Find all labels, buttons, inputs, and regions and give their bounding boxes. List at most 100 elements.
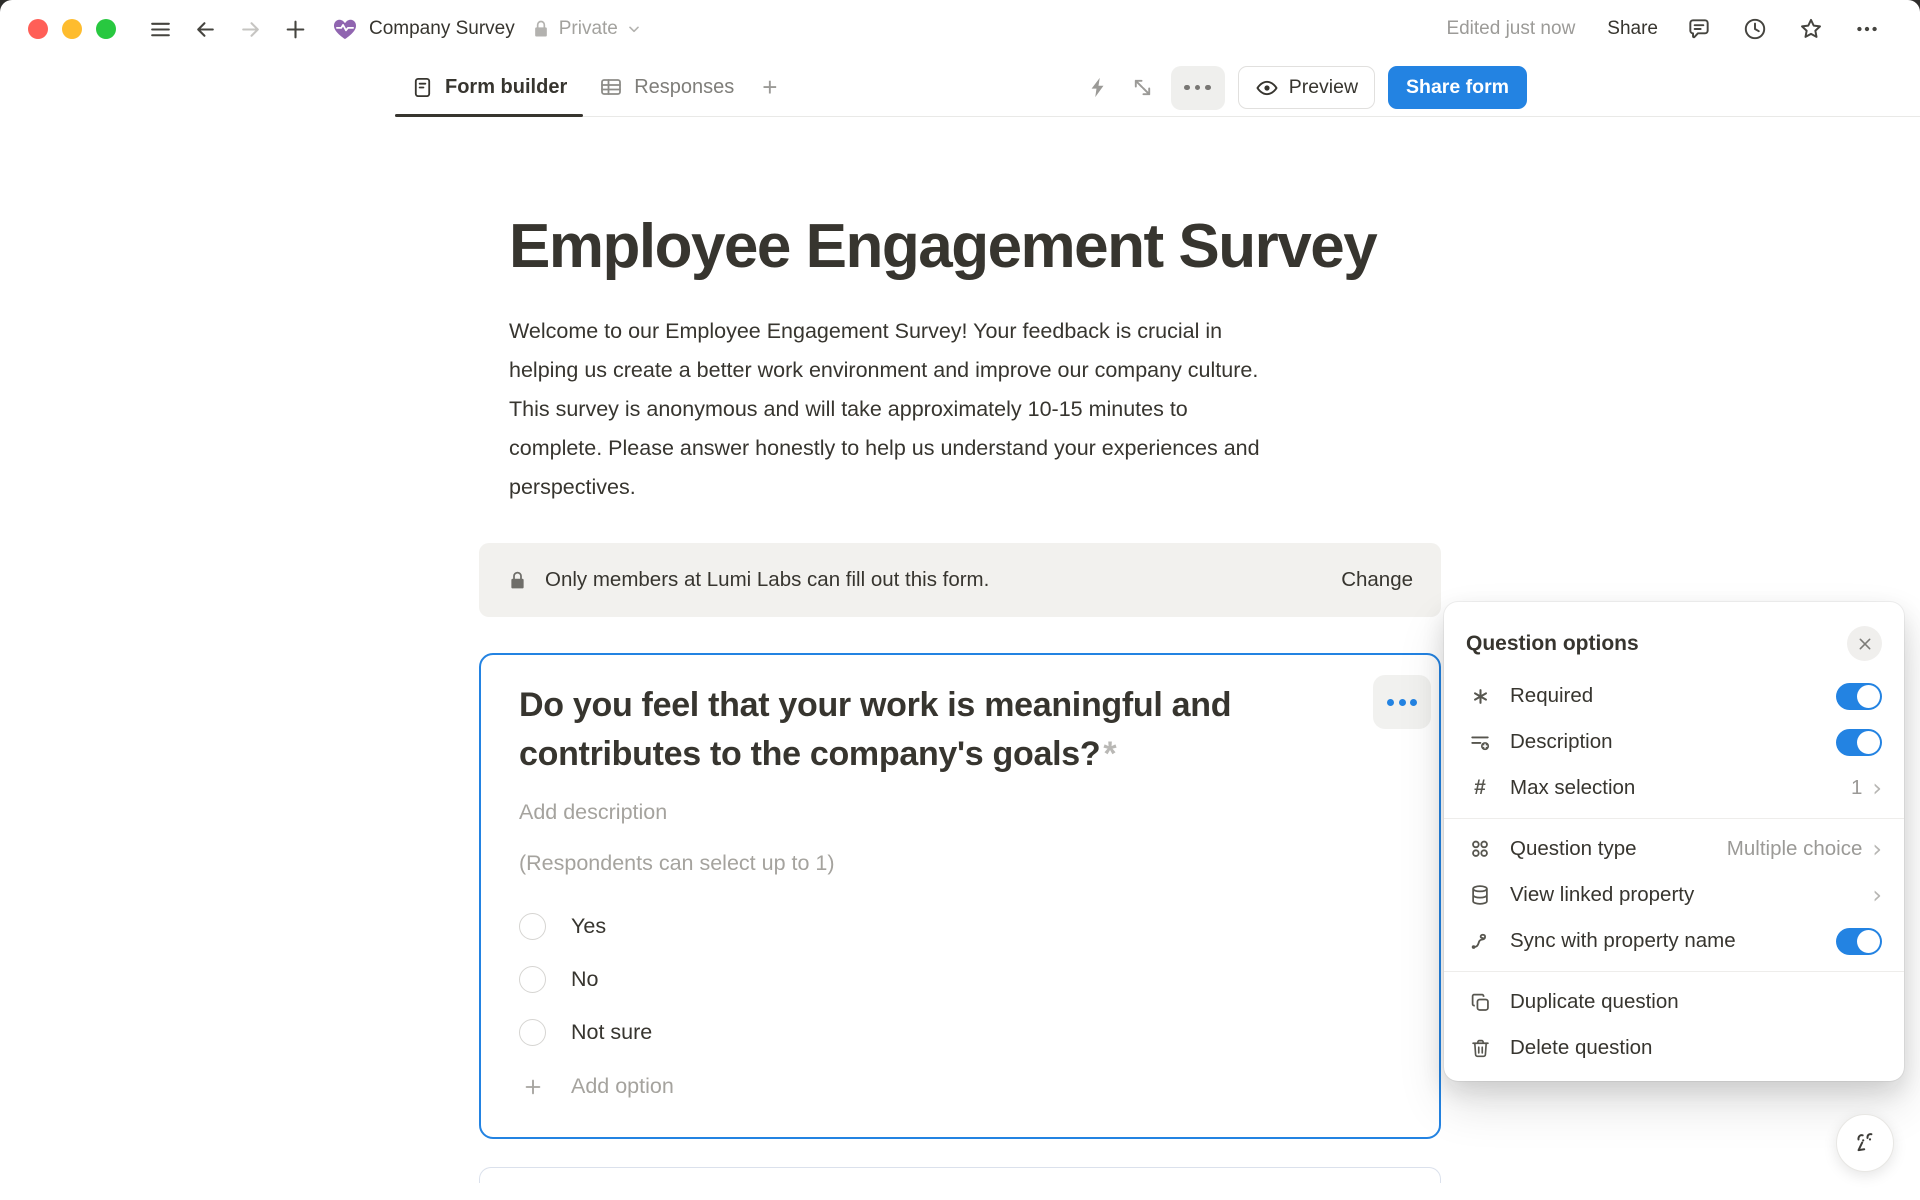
- popup-title: Question options: [1466, 632, 1639, 656]
- plus-icon: [519, 1076, 546, 1098]
- tab-responses[interactable]: Responses: [583, 58, 750, 116]
- trash-icon: [1466, 1038, 1494, 1059]
- tab-label: Responses: [634, 76, 734, 99]
- minimize-window-button[interactable]: [62, 19, 82, 39]
- option-row: No: [519, 953, 1401, 1006]
- add-option-label: Add option: [571, 1074, 674, 1099]
- breadcrumb[interactable]: Company Survey: [332, 16, 515, 42]
- sync-squiggle-icon: [1466, 930, 1494, 952]
- zoom-window-button[interactable]: [96, 19, 116, 39]
- dot: [1205, 85, 1211, 91]
- row-label: Duplicate question: [1510, 990, 1679, 1014]
- hamburger-icon: [148, 17, 173, 42]
- row-label: Sync with property name: [1510, 929, 1736, 953]
- option-label[interactable]: Yes: [571, 914, 606, 939]
- popup-row-description[interactable]: Description: [1444, 719, 1904, 765]
- option-list: Yes No Not sure: [519, 900, 1401, 1059]
- required-asterisk: *: [1103, 735, 1116, 773]
- favorite-button[interactable]: [1794, 12, 1828, 46]
- share-button[interactable]: Share: [1599, 12, 1666, 46]
- popup-row-max-selection[interactable]: # Max selection 1 ›: [1444, 765, 1904, 811]
- titlebar-actions: Edited just now Share: [1446, 12, 1890, 46]
- description-line: This survey is anonymous and will take a…: [509, 390, 1441, 429]
- star-icon: [1798, 16, 1824, 42]
- dot: [1399, 699, 1406, 706]
- radio-button[interactable]: [519, 1019, 546, 1046]
- access-notice-banner: Only members at Lumi Labs can fill out t…: [479, 543, 1441, 617]
- popup-row-duplicate-question[interactable]: Duplicate question: [1444, 979, 1904, 1025]
- share-form-button[interactable]: Share form: [1388, 66, 1527, 109]
- expand-diagonal-icon: [1131, 76, 1154, 99]
- description-lines-icon: [1466, 731, 1494, 753]
- question-title-line: Do you feel that your work is meaningful…: [519, 686, 1231, 724]
- dot: [1410, 699, 1417, 706]
- question-title[interactable]: Do you feel that your work is meaningful…: [519, 681, 1401, 780]
- sync-property-toggle[interactable]: [1836, 928, 1882, 955]
- dot: [1184, 85, 1190, 91]
- tab-form-builder[interactable]: Form builder: [395, 58, 583, 116]
- privacy-dropdown[interactable]: Private: [531, 18, 642, 40]
- page-title: Company Survey: [369, 18, 515, 40]
- form-title[interactable]: Employee Engagement Survey: [509, 211, 1441, 282]
- comment-icon: [1686, 16, 1712, 42]
- popup-row-required[interactable]: Required: [1444, 673, 1904, 719]
- edited-status: Edited just now: [1446, 18, 1575, 40]
- question-type-grid-icon: [1466, 838, 1494, 860]
- nav-forward-button[interactable]: [234, 13, 267, 46]
- close-window-button[interactable]: [28, 19, 48, 39]
- preview-button[interactable]: Preview: [1238, 66, 1375, 109]
- question-title-line: contributes to the company's goals?: [519, 735, 1100, 773]
- add-description-field[interactable]: Add description: [519, 800, 1401, 825]
- chevron-right-icon: ›: [1872, 883, 1882, 907]
- privacy-label: Private: [559, 18, 618, 40]
- popup-row-delete-question[interactable]: Delete question: [1444, 1025, 1904, 1071]
- chevron-down-icon: [626, 21, 642, 37]
- add-option-button[interactable]: Add option: [519, 1061, 674, 1113]
- row-value: 1: [1851, 776, 1862, 800]
- view-options-button[interactable]: [1171, 66, 1225, 110]
- question-menu-button[interactable]: [1373, 675, 1431, 729]
- expand-button[interactable]: [1127, 72, 1158, 103]
- more-options-button[interactable]: [1850, 12, 1884, 46]
- popup-row-view-linked-property[interactable]: View linked property ›: [1444, 872, 1904, 918]
- nav-back-button[interactable]: [189, 13, 222, 46]
- notion-ai-button[interactable]: [1836, 1114, 1894, 1172]
- new-tab-button[interactable]: [279, 13, 312, 46]
- popup-row-question-type[interactable]: Question type Multiple choice ›: [1444, 826, 1904, 872]
- description-line: Welcome to our Employee Engagement Surve…: [509, 312, 1441, 351]
- option-label[interactable]: No: [571, 967, 598, 992]
- lightning-icon: [1087, 76, 1110, 99]
- row-label: Required: [1510, 684, 1593, 708]
- tab-label: Form builder: [445, 76, 567, 99]
- radio-button[interactable]: [519, 966, 546, 993]
- app-window: Company Survey Private Edited just now S…: [0, 0, 1920, 1200]
- database-icon: [1466, 884, 1494, 906]
- option-label[interactable]: Not sure: [571, 1020, 652, 1045]
- description-line: perspectives.: [509, 468, 1441, 507]
- document-icon: [411, 76, 434, 99]
- popup-row-sync-property-name[interactable]: Sync with property name: [1444, 918, 1904, 964]
- change-access-button[interactable]: Change: [1341, 568, 1413, 592]
- heart-pulse-icon: [332, 16, 358, 42]
- dot: [1195, 85, 1201, 91]
- add-view-button[interactable]: +: [750, 58, 789, 116]
- row-value: Multiple choice: [1727, 837, 1863, 861]
- sidebar-menu-button[interactable]: [144, 13, 177, 46]
- close-icon: [1857, 636, 1873, 652]
- next-question-card-peek[interactable]: [479, 1167, 1441, 1183]
- question-options-popup: Question options Required Description #: [1444, 602, 1904, 1081]
- required-toggle[interactable]: [1836, 683, 1882, 710]
- comments-button[interactable]: [1682, 12, 1716, 46]
- description-line: complete. Please answer honestly to help…: [509, 429, 1441, 468]
- option-row: Yes: [519, 900, 1401, 953]
- arrow-right-icon: [238, 17, 263, 42]
- clock-icon: [1742, 16, 1768, 42]
- radio-button[interactable]: [519, 913, 546, 940]
- description-toggle[interactable]: [1836, 729, 1882, 756]
- form-description[interactable]: Welcome to our Employee Engagement Surve…: [509, 312, 1441, 507]
- history-button[interactable]: [1738, 12, 1772, 46]
- automations-button[interactable]: [1083, 72, 1114, 103]
- asterisk-icon: [1466, 687, 1494, 706]
- close-popup-button[interactable]: [1847, 626, 1882, 661]
- hash-icon: #: [1466, 776, 1494, 800]
